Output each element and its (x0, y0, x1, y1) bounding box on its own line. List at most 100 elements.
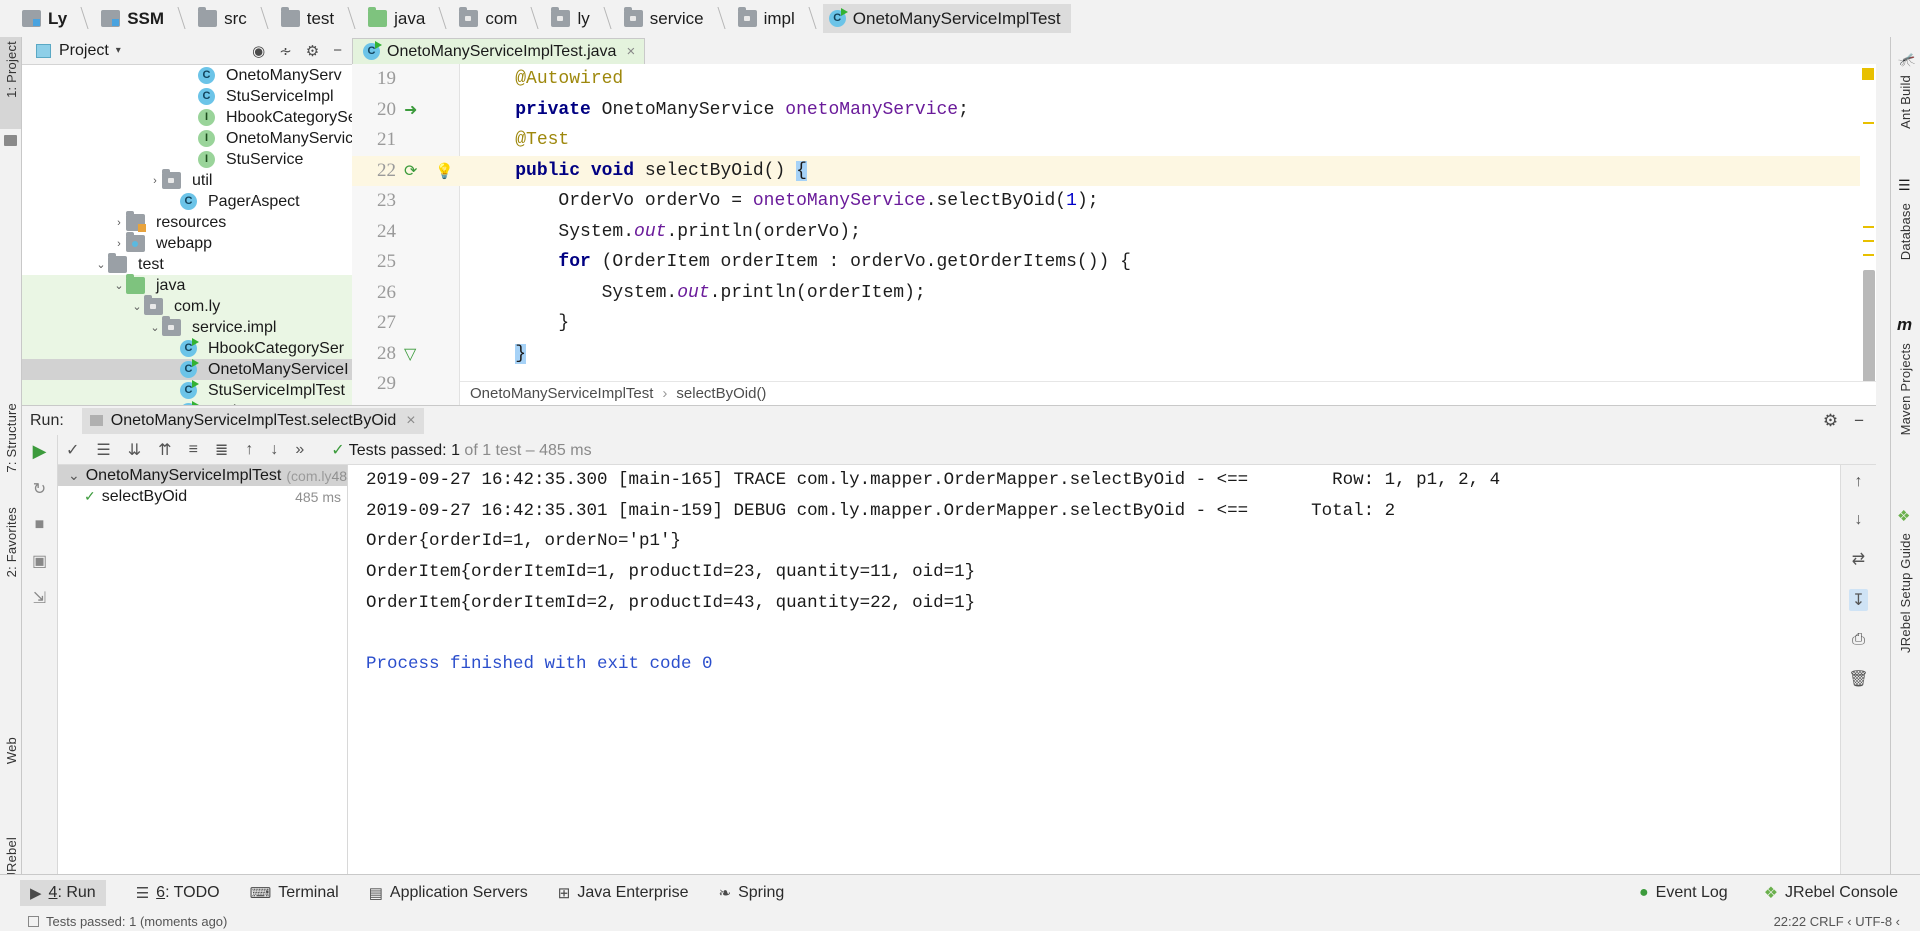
chevron-right-icon[interactable]: › (112, 238, 126, 250)
tree-item[interactable]: C HbookCategorySer (22, 338, 352, 359)
sidebar-item-maven-projects[interactable]: Maven Projects (1898, 343, 1913, 435)
editor-tab[interactable]: C OnetoManyServiceImplTest.java × (352, 38, 646, 64)
sidebar-item-project[interactable]: 1: Project (4, 41, 19, 98)
next-icon[interactable]: ↓ (270, 441, 278, 459)
tree-item[interactable]: C StuServiceImpl (22, 86, 352, 107)
tree-item[interactable]: ⌄ service.impl (22, 316, 352, 338)
chevron-right-icon[interactable]: › (112, 217, 126, 229)
editor-breadcrumb[interactable]: OnetoManyServiceImplTest › selectByOid() (460, 381, 1876, 405)
chevron-down-icon[interactable]: ⌄ (148, 321, 162, 334)
hide-icon[interactable]: − (333, 42, 342, 59)
code-line[interactable]: OrderVo orderVo = onetoManyService .selec… (460, 186, 1876, 217)
code-content[interactable]: @Autowired private OnetoManyService onet… (460, 64, 1876, 381)
tree-item[interactable]: › util (22, 169, 352, 191)
rerun-icon[interactable]: ✓ (66, 440, 79, 460)
code-line[interactable]: } (460, 339, 1876, 370)
sidebar-item-structure[interactable]: 7: Structure (4, 403, 19, 473)
override-icon[interactable]: ➜ (404, 100, 417, 120)
locate-icon[interactable]: ◉ (252, 42, 265, 60)
tree-item[interactable]: C OnetoManyServ (22, 65, 352, 86)
tree-item[interactable]: ⌄ com.ly (22, 295, 352, 317)
screenshot-icon[interactable]: ▣ (32, 551, 47, 571)
chevron-right-icon[interactable]: › (148, 175, 162, 187)
code-line[interactable]: } (460, 308, 1876, 339)
tree-item[interactable]: ⌄ java (22, 274, 352, 296)
hide-icon[interactable]: − (1854, 411, 1864, 431)
scroll-down-icon[interactable]: ↓ (1855, 511, 1863, 529)
status-bar-item-javaenterprise[interactable]: ⊞ Java Enterprise (558, 884, 689, 902)
change-marker[interactable] (1863, 226, 1874, 228)
change-marker[interactable] (1863, 240, 1874, 242)
status-bar-item-run[interactable]: ▶ 4: Run (20, 880, 106, 906)
more-icon[interactable]: » (295, 441, 304, 459)
status-jrebel-console[interactable]: ❖ JRebel Console (1764, 883, 1898, 903)
breadcrumb-item-service[interactable]: service (618, 4, 732, 33)
tree-item[interactable]: C OnetoManyServiceI (22, 359, 352, 380)
sidebar-item-database[interactable]: Database (1898, 203, 1913, 260)
tree-item[interactable]: I HbookCategorySer (22, 107, 352, 128)
soft-wrap-icon[interactable]: ⇄ (1852, 549, 1865, 569)
breadcrumb-item-java[interactable]: java (362, 4, 453, 33)
test-result-tree[interactable]: ⌄ OnetoManyServiceImplTest(com.ly 485 ms ✓ s… (58, 465, 377, 894)
breadcrumb-item-onetomanyserviceimpltest[interactable]: C OnetoManyServiceImplTest (822, 4, 1071, 33)
breadcrumb-item-ssm[interactable]: SSM (95, 4, 192, 33)
warning-marker[interactable] (1862, 68, 1874, 80)
export-icon[interactable]: ⇲ (33, 588, 46, 608)
status-bar-item-spring[interactable]: ❧ Spring (719, 884, 785, 902)
scroll-up-icon[interactable]: ↑ (1855, 473, 1863, 491)
close-icon[interactable]: × (626, 43, 635, 60)
toggle-icon[interactable]: ☰ (96, 440, 110, 460)
status-bar-item-terminal[interactable]: ⌨ Terminal (250, 884, 339, 902)
expand-all-icon[interactable]: ≡ (189, 441, 198, 459)
code-line[interactable]: public void selectByOid() { (460, 155, 1876, 186)
code-line[interactable]: for (OrderItem orderItem : orderVo.getOr… (460, 247, 1876, 278)
marker-bar[interactable] (1860, 64, 1876, 405)
rerun-failed-icon[interactable]: ↻ (33, 479, 46, 499)
breadcrumb-method[interactable]: selectByOid() (676, 385, 766, 402)
code-line[interactable]: private OnetoManyService onetoManyServic… (460, 95, 1876, 126)
collapse-all-icon[interactable]: ≣ (215, 440, 228, 460)
breadcrumb-class[interactable]: OnetoManyServiceImplTest (470, 385, 653, 402)
run-test-icon[interactable]: ⟳ (404, 161, 417, 181)
breadcrumb-item-impl[interactable]: impl (732, 4, 823, 33)
code-line[interactable]: @Test (460, 125, 1876, 156)
tree-item[interactable]: › resources (22, 211, 352, 233)
console-output[interactable]: 2019-09-27 16:42:35.300 [main-165] TRACE… (348, 465, 1876, 894)
chevron-down-icon[interactable]: ⌄ (94, 258, 108, 271)
print-icon[interactable]: ⎙ (1852, 631, 1865, 649)
breadcrumb-item-src[interactable]: src (192, 4, 275, 33)
code-line[interactable]: System. out .println(orderItem); (460, 278, 1876, 309)
tree-item[interactable]: I OnetoManyService (22, 128, 352, 149)
breadcrumb-item-ly[interactable]: ly (545, 4, 617, 33)
run-icon[interactable]: ▶ (33, 441, 47, 462)
fold-icon[interactable]: ▽ (404, 344, 416, 364)
sort-alpha-icon[interactable]: ⇈ (158, 440, 171, 460)
change-marker[interactable] (1863, 254, 1874, 256)
code-line[interactable]: @Autowired (460, 64, 1876, 95)
chevron-down-icon[interactable]: ⌄ (130, 300, 144, 313)
chevron-down-icon[interactable]: ▾ (116, 45, 121, 56)
settings-icon[interactable]: ⚙ (1823, 411, 1838, 431)
sidebar-item-jrebel[interactable]: JRebel (4, 837, 19, 879)
scroll-to-end-icon[interactable]: ↧ (1848, 589, 1869, 611)
passed-icon[interactable]: ✓ (84, 488, 96, 505)
tree-item[interactable]: C PagerAspect (22, 191, 352, 212)
status-event-log[interactable]: ● Event Log (1639, 884, 1728, 902)
tree-item[interactable]: › webapp (22, 232, 352, 254)
stop-icon[interactable]: ■ (35, 516, 45, 534)
status-bar-item-applicationservers[interactable]: ▤ Application Servers (369, 884, 528, 902)
intention-bulb-icon[interactable]: 💡 (435, 162, 454, 180)
tree-item[interactable]: ⌄ test (22, 253, 352, 275)
chevron-down-icon[interactable]: ⌄ (68, 467, 80, 484)
sidebar-item-web[interactable]: Web (4, 737, 19, 764)
change-marker[interactable] (1863, 122, 1874, 124)
tree-item[interactable]: I StuService (22, 149, 352, 170)
sidebar-item-favorites[interactable]: 2: Favorites (4, 507, 19, 577)
trash-icon[interactable]: 🗑 (1848, 669, 1868, 689)
sort-by-duration-icon[interactable]: ⇊ (128, 440, 141, 460)
test-tree-item[interactable]: ⌄OnetoManyServiceImplTest(com.ly485 ms (58, 465, 377, 486)
editor-scrollbar-thumb[interactable] (1863, 270, 1875, 398)
sidebar-item-ant-build[interactable]: Ant Build (1898, 75, 1913, 129)
breadcrumb-item-test[interactable]: test (275, 4, 362, 33)
collapse-all-icon[interactable]: ∻ (279, 42, 292, 60)
